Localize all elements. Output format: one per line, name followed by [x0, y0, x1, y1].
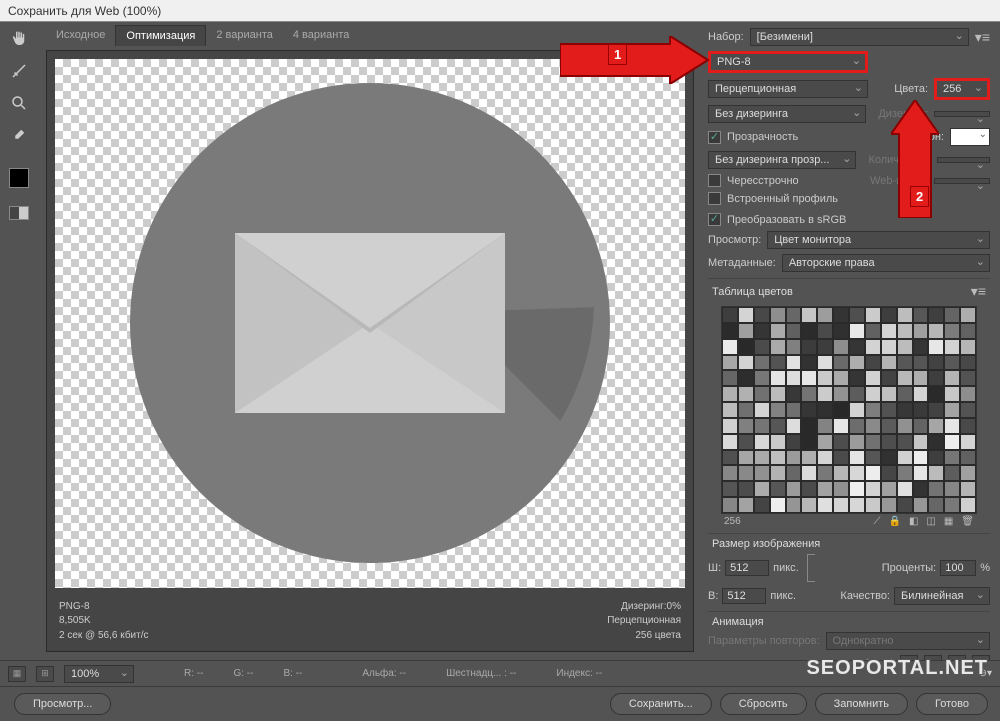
- dither-amount-input: [934, 111, 990, 117]
- preview-button[interactable]: Просмотр...: [14, 693, 111, 715]
- info-colors: 256 цвета: [607, 629, 681, 644]
- width-label: Ш:: [708, 562, 721, 574]
- zoom-tool-icon[interactable]: [7, 92, 31, 114]
- transparency-dither-dropdown[interactable]: Без дизеринга прозр...: [708, 151, 856, 169]
- convert-srgb-label: Преобразовать в sRGB: [727, 214, 846, 226]
- transp-amount-input: [937, 157, 990, 163]
- preview-info: PNG-8 8,505K 2 сек @ 56,6 кбит/с Дизерин…: [47, 596, 693, 652]
- websnap-input: [934, 178, 990, 184]
- hex-value: Шестнадц... : --: [446, 668, 516, 679]
- watermark: SEOPORTAL.NET: [806, 657, 988, 680]
- quality-dropdown[interactable]: Билинейная: [894, 587, 990, 605]
- color-table-count: 256: [724, 516, 741, 527]
- preview-image: [130, 83, 610, 563]
- width-unit: пикс.: [773, 562, 799, 574]
- toggle-slices-icon[interactable]: [9, 206, 29, 220]
- ct-delete-icon[interactable]: 🗑: [961, 516, 974, 527]
- hand-tool-icon[interactable]: [7, 28, 31, 50]
- preview-tabs: Исходное Оптимизация 2 варианта 4 вариан…: [38, 22, 702, 48]
- preview-label: Просмотр:: [708, 234, 761, 246]
- info-dither: Дизеринг:0%: [607, 600, 681, 615]
- format-dropdown[interactable]: PNG-8: [708, 51, 868, 73]
- height-unit: пикс.: [770, 590, 796, 602]
- ct-eyedropper-icon[interactable]: ⟋: [873, 516, 880, 527]
- preset-dropdown[interactable]: [Безимени]: [750, 28, 969, 46]
- percent-input[interactable]: [940, 560, 976, 576]
- height-label: В:: [708, 590, 718, 602]
- reset-button[interactable]: Сбросить: [720, 693, 807, 715]
- transparency-checkbox[interactable]: [708, 131, 721, 144]
- annotation-badge-2: 2: [910, 186, 929, 207]
- title-bar: Сохранить для Web (100%): [0, 0, 1000, 22]
- annotation-badge-1: 1: [608, 44, 627, 65]
- color-reduction-dropdown[interactable]: Перцепционная: [708, 80, 868, 98]
- zoom-dropdown[interactable]: 100%: [64, 665, 134, 683]
- preview-canvas[interactable]: [55, 59, 685, 588]
- dither-dropdown[interactable]: Без дизеринга: [708, 105, 866, 123]
- index-value: Индекс: --: [556, 668, 602, 679]
- tab-original[interactable]: Исходное: [46, 25, 115, 45]
- options-panel: Набор: [Безимени] ▾≡ PNG-8 Перцепционная…: [702, 22, 1000, 660]
- convert-srgb-checkbox[interactable]: [708, 213, 721, 226]
- eyedropper-tool-icon[interactable]: [7, 124, 31, 146]
- transp-amount-label: Количество:: [868, 154, 930, 166]
- embed-profile-checkbox[interactable]: [708, 192, 721, 205]
- color-table[interactable]: [721, 306, 977, 514]
- foreground-swatch[interactable]: [9, 168, 29, 188]
- embed-profile-label: Встроенный профиль: [727, 193, 838, 205]
- alpha-value: Альфа: --: [362, 668, 406, 679]
- interlaced-label: Чересстрочно: [727, 175, 799, 187]
- percent-suffix: %: [980, 562, 990, 574]
- info-filesize: 8,505K: [59, 614, 149, 629]
- preview-frame: PNG-8 8,505K 2 сек @ 56,6 кбит/с Дизерин…: [46, 50, 694, 652]
- colors-dropdown[interactable]: 256: [934, 78, 990, 100]
- interlaced-checkbox[interactable]: [708, 174, 721, 187]
- loop-dropdown: Однократно: [826, 632, 990, 650]
- quality-label: Качество:: [840, 590, 890, 602]
- websnap-label: Web-цвета:: [870, 175, 928, 187]
- percent-label: Проценты:: [882, 562, 937, 574]
- footer-btn2[interactable]: ⊞: [36, 666, 54, 682]
- loop-label: Параметры повторов:: [708, 635, 820, 647]
- preview-profile-dropdown[interactable]: Цвет монитора: [767, 231, 990, 249]
- ct-new-icon[interactable]: ▦: [944, 516, 953, 527]
- panel-menu-icon[interactable]: ▾≡: [975, 29, 990, 46]
- left-toolbar: [0, 22, 38, 660]
- animation-title: Анимация: [712, 616, 764, 628]
- preset-label: Набор:: [708, 31, 744, 43]
- tab-4up[interactable]: 4 варианта: [283, 25, 360, 45]
- info-speed: 2 сек @ 56,6 кбит/с: [59, 629, 149, 644]
- info-format: PNG-8: [59, 600, 149, 615]
- colors-label: Цвета:: [894, 83, 928, 95]
- transparency-label: Прозрачность: [727, 131, 798, 143]
- width-input[interactable]: [725, 560, 769, 576]
- metadata-label: Метаданные:: [708, 257, 776, 269]
- r-value: R: --: [184, 668, 203, 679]
- color-table-title: Таблица цветов: [712, 286, 793, 298]
- matte-color-swatch[interactable]: ⌄: [950, 128, 990, 146]
- metadata-dropdown[interactable]: Авторские права: [782, 254, 990, 272]
- ct-websafe-icon[interactable]: ◧: [909, 516, 918, 527]
- g-value: G: --: [233, 668, 253, 679]
- image-size-title: Размер изображения: [712, 538, 820, 550]
- ct-lock-icon[interactable]: 🔒: [888, 516, 900, 527]
- b-value: B: --: [283, 668, 302, 679]
- color-table-menu-icon[interactable]: ▾≡: [971, 283, 986, 300]
- slice-tool-icon[interactable]: [7, 60, 31, 82]
- tab-2up[interactable]: 2 варианта: [206, 25, 283, 45]
- done-button[interactable]: Готово: [916, 693, 988, 715]
- ct-map-icon[interactable]: ◫: [926, 516, 935, 527]
- height-input[interactable]: [722, 588, 766, 604]
- tab-optimized[interactable]: Оптимизация: [115, 25, 206, 46]
- info-palette: Перцепционная: [607, 614, 681, 629]
- dither-amount-label: Дизеринг:: [878, 108, 928, 120]
- footer-btn1[interactable]: ▦: [8, 666, 26, 682]
- remember-button[interactable]: Запомнить: [815, 693, 908, 715]
- save-button[interactable]: Сохранить...: [610, 693, 712, 715]
- matte-label: Фон:: [920, 131, 944, 143]
